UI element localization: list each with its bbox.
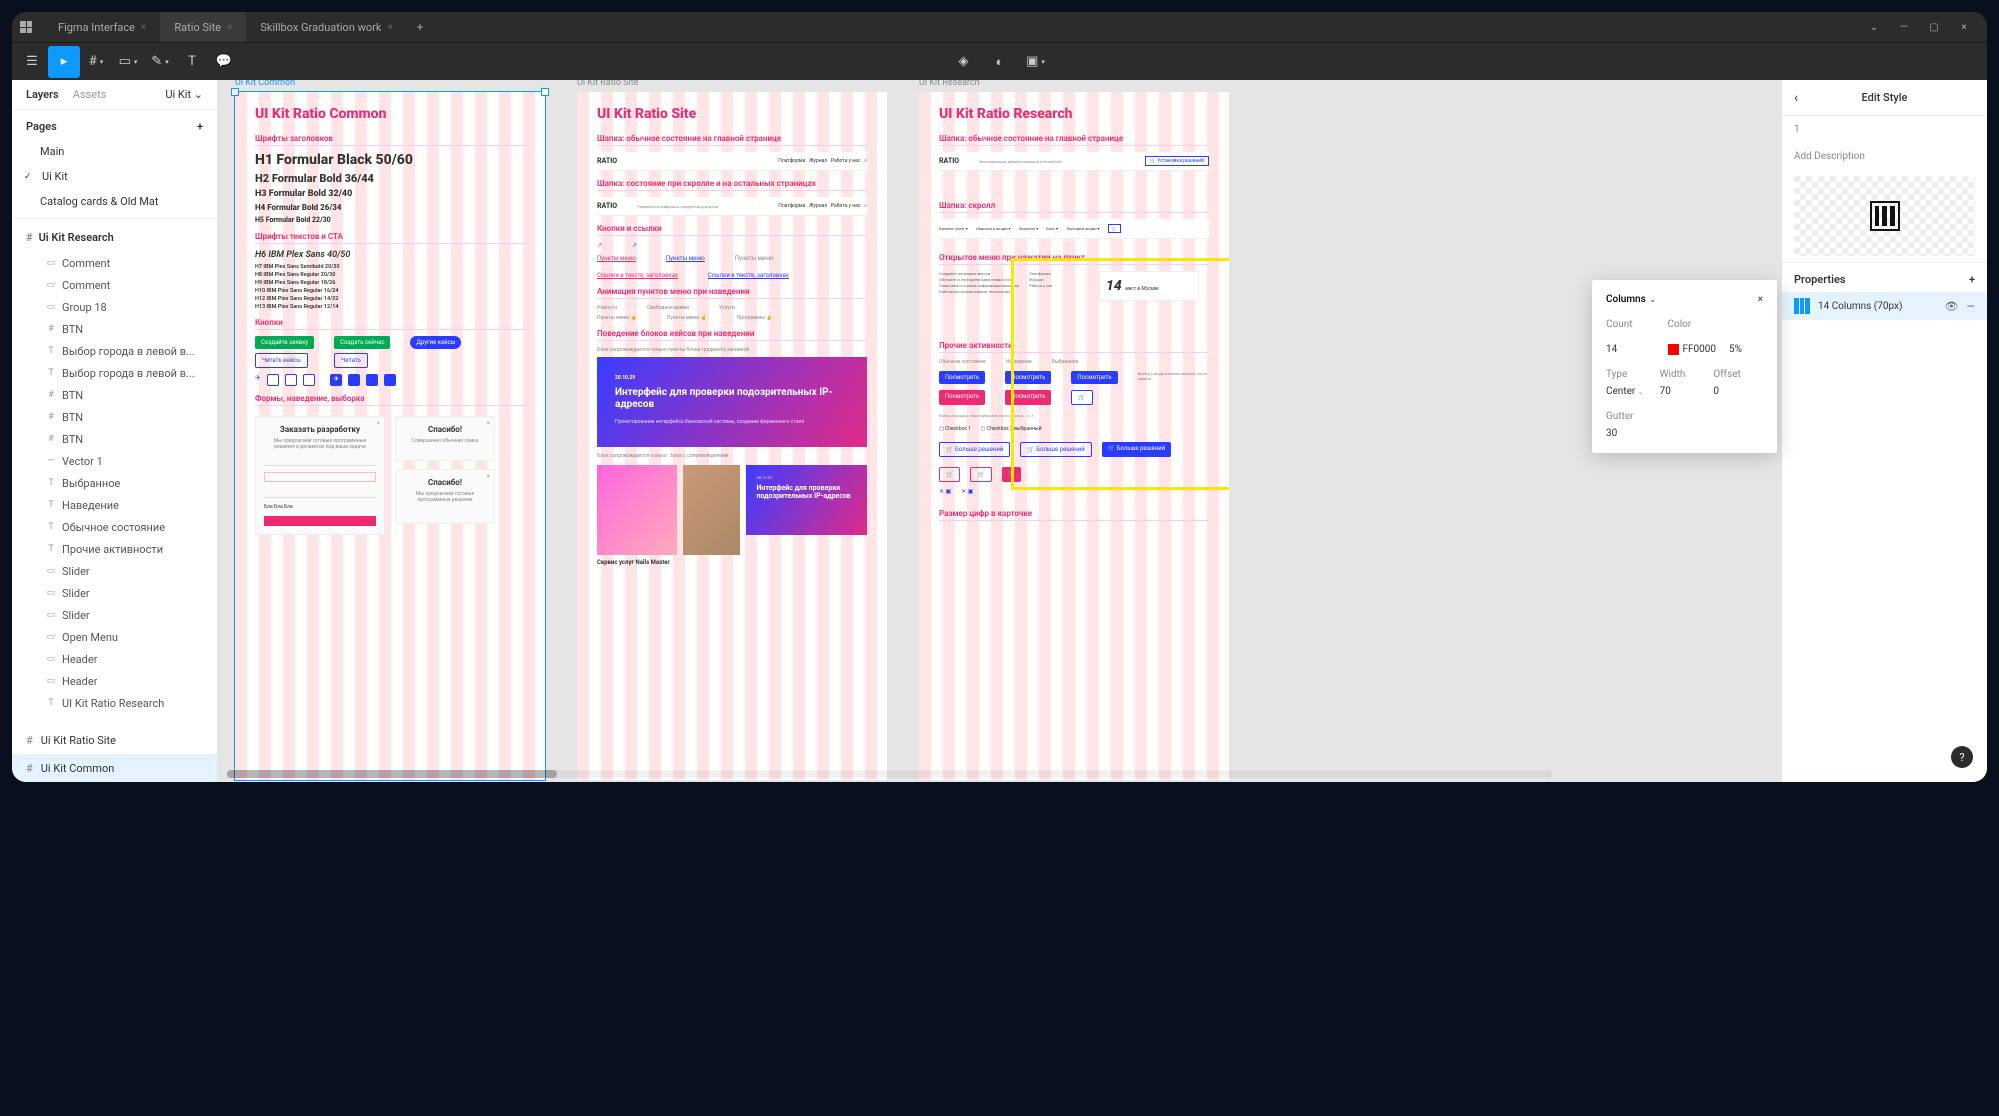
layer-row[interactable]: ▭Header xyxy=(12,648,217,670)
style-description[interactable]: Add Description xyxy=(1782,143,1987,170)
type-select[interactable]: Center ⌄ xyxy=(1606,386,1656,397)
tab-ratio[interactable]: Ratio Site× xyxy=(160,12,246,42)
text-tool[interactable]: T xyxy=(176,46,208,78)
close-icon[interactable]: × xyxy=(227,22,232,33)
chevron-down-icon[interactable]: ⌄ xyxy=(1859,22,1889,33)
count-label: Count xyxy=(1606,319,1664,330)
tab-skillbox[interactable]: Skillbox Graduation work× xyxy=(246,12,406,42)
opacity-input[interactable]: 5% xyxy=(1729,344,1763,355)
help-button[interactable]: ? xyxy=(1951,746,1973,768)
scrollbar-horizontal[interactable] xyxy=(227,770,1552,778)
layer-row[interactable]: #BTN xyxy=(12,318,217,340)
component-icon[interactable]: ◈ xyxy=(952,46,976,78)
style-preview xyxy=(1794,176,1975,256)
pages-label: Pages xyxy=(26,120,57,133)
layer-row[interactable]: TВыбранное xyxy=(12,472,217,494)
type-label: Type xyxy=(1606,369,1656,380)
offset-input[interactable]: 0 xyxy=(1713,386,1763,397)
layer-row[interactable]: #BTN xyxy=(12,428,217,450)
columns-icon xyxy=(1870,201,1900,231)
offset-label: Offset xyxy=(1713,369,1763,380)
columns-popover: Columns ⌄ × Count Color 14 FF0000 5% Typ… xyxy=(1592,280,1777,453)
titlebar: Figma Interface× Ratio Site× Skillbox Gr… xyxy=(12,12,1987,42)
layer-row[interactable]: TНаведение xyxy=(12,494,217,516)
layer-row[interactable]: ▭Slider xyxy=(12,582,217,604)
form-card: × Заказать разработку Мы предлагаем гото… xyxy=(255,416,385,535)
move-tool[interactable]: ▸ xyxy=(48,46,80,78)
shape-tool[interactable]: ▭▾ xyxy=(112,46,144,78)
page-catalog[interactable]: Catalog cards & Old Mat xyxy=(12,189,217,214)
close-icon[interactable]: × xyxy=(387,22,392,33)
visibility-toggle[interactable]: 👁 xyxy=(1944,300,1958,313)
gutter-label: Gutter xyxy=(1606,411,1763,422)
mask-icon[interactable]: ◐ xyxy=(988,46,1012,78)
layer-row[interactable]: TВыбор города в левой в... xyxy=(12,340,217,362)
panel-title: Edit Style xyxy=(1782,91,1987,104)
page-selector[interactable]: Ui Kit ⌄ xyxy=(165,88,203,101)
add-property-button[interactable]: + xyxy=(1969,273,1975,286)
property-row[interactable]: 14 Columns (70px) 👁 — xyxy=(1782,292,1987,320)
boolean-icon[interactable]: ▣▾ xyxy=(1024,46,1048,78)
hamburger-button[interactable]: ☰ xyxy=(16,46,48,78)
add-page-button[interactable]: + xyxy=(197,120,203,133)
minimize-button[interactable]: — xyxy=(1889,22,1919,33)
close-button[interactable]: × xyxy=(1949,22,1979,33)
remove-button[interactable]: — xyxy=(1966,300,1975,313)
tab-layers[interactable]: Layers xyxy=(26,88,59,101)
tab-figma[interactable]: Figma Interface× xyxy=(44,12,160,42)
layer-row[interactable]: #BTN xyxy=(12,406,217,428)
right-panel: ‹ Edit Style 1 Add Description Propertie… xyxy=(1782,80,1987,782)
comment-tool[interactable]: 💬 xyxy=(208,46,240,78)
count-input[interactable]: 14 xyxy=(1606,344,1664,355)
tab-assets[interactable]: Assets xyxy=(73,88,107,101)
frame-ratio-site[interactable]: #Ui Kit Ratio Site xyxy=(12,726,217,754)
maximize-button[interactable]: ▢ xyxy=(1919,22,1949,33)
page-title: UI Kit Ratio Common xyxy=(255,106,525,122)
left-panel: Layers Assets Ui Kit ⌄ Pages + Main Ui K… xyxy=(12,80,217,782)
columns-icon xyxy=(1794,298,1810,314)
layer-row[interactable]: ▭Slider xyxy=(12,604,217,626)
layer-row[interactable]: TUI Kit Ratio Research xyxy=(12,692,217,714)
layer-row[interactable]: TПрочие активности xyxy=(12,538,217,560)
properties-label: Properties xyxy=(1794,273,1846,286)
layer-row[interactable]: ▭Slider xyxy=(12,560,217,582)
frame-tool[interactable]: #▾ xyxy=(80,46,112,78)
width-input[interactable]: 70 xyxy=(1660,386,1710,397)
gutter-input[interactable]: 30 xyxy=(1606,428,1763,439)
artboard-research[interactable]: Ui Kit Research UI Kit Ratio Research Ша… xyxy=(919,92,1229,780)
toolbar: ☰ ▸ #▾ ▭▾ ✎▾ T 💬 ◈ ◐ ▣▾ О Share ▷ 30% ⌄ xyxy=(12,42,1987,80)
artboard-site[interactable]: Ui Kit Ratio Site UI Kit Ratio Site Шапк… xyxy=(577,92,887,780)
canvas[interactable]: Ui Kit Common UI Kit Ratio Common Шрифты… xyxy=(217,80,1782,782)
layer-row[interactable]: —Vector 1 xyxy=(12,450,217,472)
frame-common[interactable]: #Ui Kit Common xyxy=(12,754,217,782)
layer-row[interactable]: ▭Open Menu xyxy=(12,626,217,648)
color-input[interactable]: FF0000 xyxy=(1668,344,1726,355)
layer-row[interactable]: ▭Group 18 xyxy=(12,296,217,318)
page-main[interactable]: Main xyxy=(12,139,217,164)
width-label: Width xyxy=(1660,369,1710,380)
color-label: Color xyxy=(1668,319,1726,330)
artboard-common[interactable]: Ui Kit Common UI Kit Ratio Common Шрифты… xyxy=(235,92,545,780)
frames-root[interactable]: #Ui Kit Research xyxy=(12,223,217,252)
menu-icon[interactable] xyxy=(20,21,32,33)
layer-row[interactable]: ▭Comment xyxy=(12,252,217,274)
close-icon[interactable]: × xyxy=(1758,294,1763,305)
layer-row[interactable]: ▭Header xyxy=(12,670,217,692)
close-icon[interactable]: × xyxy=(141,22,146,33)
style-name[interactable]: 1 xyxy=(1782,116,1987,143)
layer-row[interactable]: TВыбор города в левой в... xyxy=(12,362,217,384)
layer-row[interactable]: #BTN xyxy=(12,384,217,406)
page-uikit[interactable]: Ui Kit xyxy=(12,164,217,189)
layer-row[interactable]: ▭Comment xyxy=(12,274,217,296)
pen-tool[interactable]: ✎▾ xyxy=(144,46,176,78)
popover-title[interactable]: Columns ⌄ xyxy=(1606,294,1656,305)
new-tab-button[interactable]: + xyxy=(407,21,433,34)
layer-row[interactable]: TОбычное состояние xyxy=(12,516,217,538)
